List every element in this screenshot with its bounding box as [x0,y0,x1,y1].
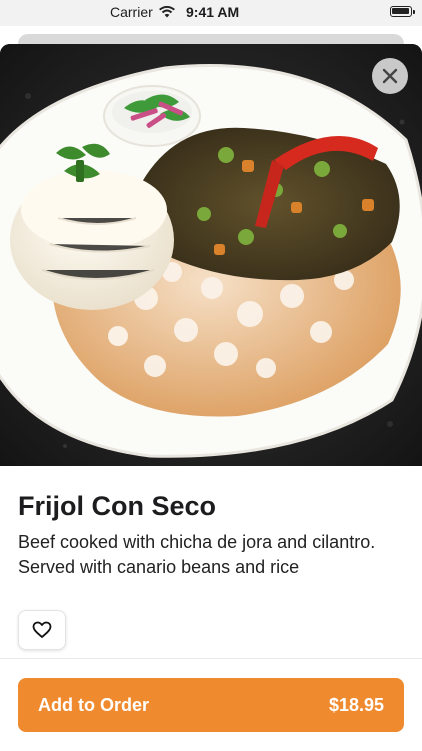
food-photo [0,44,422,466]
wifi-icon [158,6,175,18]
item-description: Beef cooked with chicha de jora and cila… [18,532,376,577]
status-bar: Carrier 9:41 AM [0,0,422,26]
food-photo-illustration [0,44,422,466]
price-label: $18.95 [328,694,384,715]
item-details: Frijol Con Seco Beef cooked with chicha … [18,490,404,579]
add-to-order-button[interactable]: Add to Order $18.95 [18,678,404,732]
carrier-label: Carrier [110,4,153,20]
battery-icon [390,6,415,17]
add-to-order-label: Add to Order [38,694,149,715]
close-button[interactable] [372,58,408,94]
heart-outline-icon [32,621,52,638]
item-title: Frijol Con Seco [18,491,217,521]
close-icon [382,68,398,84]
status-time: 9:41 AM [186,4,240,20]
favorite-button[interactable] [18,610,66,650]
carrier-area: Carrier [110,4,175,20]
